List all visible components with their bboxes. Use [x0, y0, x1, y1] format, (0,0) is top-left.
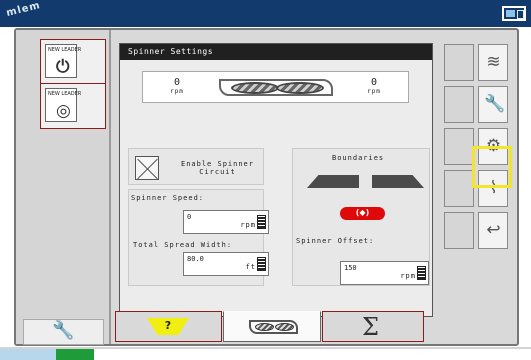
spinner-settings-screen: mlem NEW LEADER ⏻ NEW LEADER ◎ 🔧 Spinner…	[0, 0, 531, 360]
left-tab-column: NEW LEADER ⏻ NEW LEADER ◎ 🔧	[16, 30, 111, 345]
spread-pattern-button[interactable]: ≋	[478, 44, 508, 81]
right-boundary-icon[interactable]	[372, 175, 424, 188]
keypad-icon[interactable]	[417, 266, 426, 280]
sigma-icon: Σ	[362, 313, 379, 341]
bottom-status-blue	[0, 349, 56, 360]
enable-spinner-circuit-checkbox[interactable]	[135, 156, 159, 180]
spinner-speed-label: Spinner Speed:	[131, 194, 205, 202]
boundaries-label: Boundaries	[332, 154, 385, 162]
spread-pattern-icon: ≋	[486, 52, 501, 72]
enable-spinner-circuit-label: Enable Spinner Circuit	[180, 160, 254, 176]
spinner-offset-unit: rpm	[400, 272, 416, 280]
enable-spinner-circuit-box: Enable Spinner Circuit	[128, 148, 264, 185]
brand-mark: mlem	[5, 0, 42, 20]
keypad-icon[interactable]	[257, 257, 266, 271]
spinner-settings-panel: Spinner Settings 0 rpm 0 rpm Enable Spin…	[119, 43, 433, 317]
spinner-speed-value: 0	[187, 213, 192, 221]
back-arrow-icon: ↩	[486, 220, 501, 240]
spinner-tab-icon	[249, 320, 298, 334]
spinner-speed-unit: rpm	[240, 221, 256, 229]
wrench-button[interactable]: 🔧	[478, 86, 508, 123]
new-leader-label: NEW LEADER	[48, 91, 82, 97]
top-bar: mlem	[0, 0, 531, 27]
new-leader-spinner-icon: NEW LEADER ◎	[45, 88, 81, 122]
new-leader-label: NEW LEADER	[48, 47, 82, 53]
panel-title: Spinner Settings	[120, 44, 432, 60]
total-spread-width-unit: ft	[245, 263, 256, 271]
help-tab[interactable]: ?	[115, 311, 222, 342]
left-wrench-button[interactable]: 🔧	[23, 319, 104, 345]
spinner-speed-box: Spinner Speed: 0 rpm Total Spread Width:…	[128, 189, 269, 286]
small-spinner-disc-icon	[255, 323, 274, 331]
left-rpm-readout: 0 rpm	[150, 77, 204, 95]
keypad-icon[interactable]	[257, 215, 266, 229]
help-icon: ?	[147, 318, 189, 335]
spinner-module-icon: ◎	[56, 101, 71, 121]
bottom-tab-bar: ? Σ	[111, 311, 443, 342]
empty-slot	[444, 212, 474, 249]
left-rpm-value: 0	[173, 77, 181, 88]
boundaries-box: Boundaries (◆) Spinner Offset: 150 rpm	[292, 148, 430, 286]
empty-slot	[444, 44, 474, 81]
spinner-speed-field[interactable]: 0 rpm	[183, 210, 269, 234]
spinner-offset-field[interactable]: 150 rpm	[340, 261, 429, 285]
spinner-offset-button[interactable]: (◆)	[340, 207, 385, 220]
new-leader-control-icon: NEW LEADER ⏻	[45, 44, 81, 78]
back-button[interactable]: ↩	[478, 212, 508, 249]
left-spinner-disc-icon	[231, 82, 279, 94]
right-rpm-unit: rpm	[367, 88, 381, 95]
left-boundary-icon[interactable]	[307, 175, 359, 188]
spinner-offset-value: 150	[344, 264, 357, 272]
main-frame: NEW LEADER ⏻ NEW LEADER ◎ 🔧 Spinner Sett…	[14, 28, 519, 346]
highlight-box	[472, 146, 512, 188]
new-leader-control-tab[interactable]: NEW LEADER ⏻	[40, 39, 106, 85]
right-rpm-readout: 0 rpm	[347, 77, 401, 95]
display-window-icon[interactable]	[502, 6, 526, 21]
total-spread-width-field[interactable]: 80.0 ft	[183, 252, 269, 276]
summary-tab[interactable]: Σ	[322, 311, 424, 342]
spinner-discs-graphic	[219, 79, 333, 96]
total-spread-width-value: 80.0	[187, 255, 204, 263]
empty-slot	[444, 128, 474, 165]
control-knob-icon: ⏻	[56, 57, 70, 77]
wrench-icon: 🔧	[484, 94, 506, 114]
right-spinner-disc-icon	[276, 82, 324, 94]
spinner-tab[interactable]	[223, 311, 321, 342]
left-rpm-unit: rpm	[170, 88, 184, 95]
total-spread-width-label: Total Spread Width:	[133, 241, 233, 249]
spinner-rpm-meter: 0 rpm 0 rpm	[142, 71, 409, 103]
small-spinner-disc-icon	[275, 323, 294, 331]
right-rpm-value: 0	[370, 77, 378, 88]
wrench-icon: 🔧	[52, 320, 75, 341]
empty-slot	[444, 170, 474, 207]
new-leader-spinner-tab[interactable]: NEW LEADER ◎	[40, 83, 106, 129]
bottom-status-green	[56, 349, 94, 360]
empty-slot	[444, 86, 474, 123]
spinner-offset-label: Spinner Offset:	[296, 237, 375, 245]
